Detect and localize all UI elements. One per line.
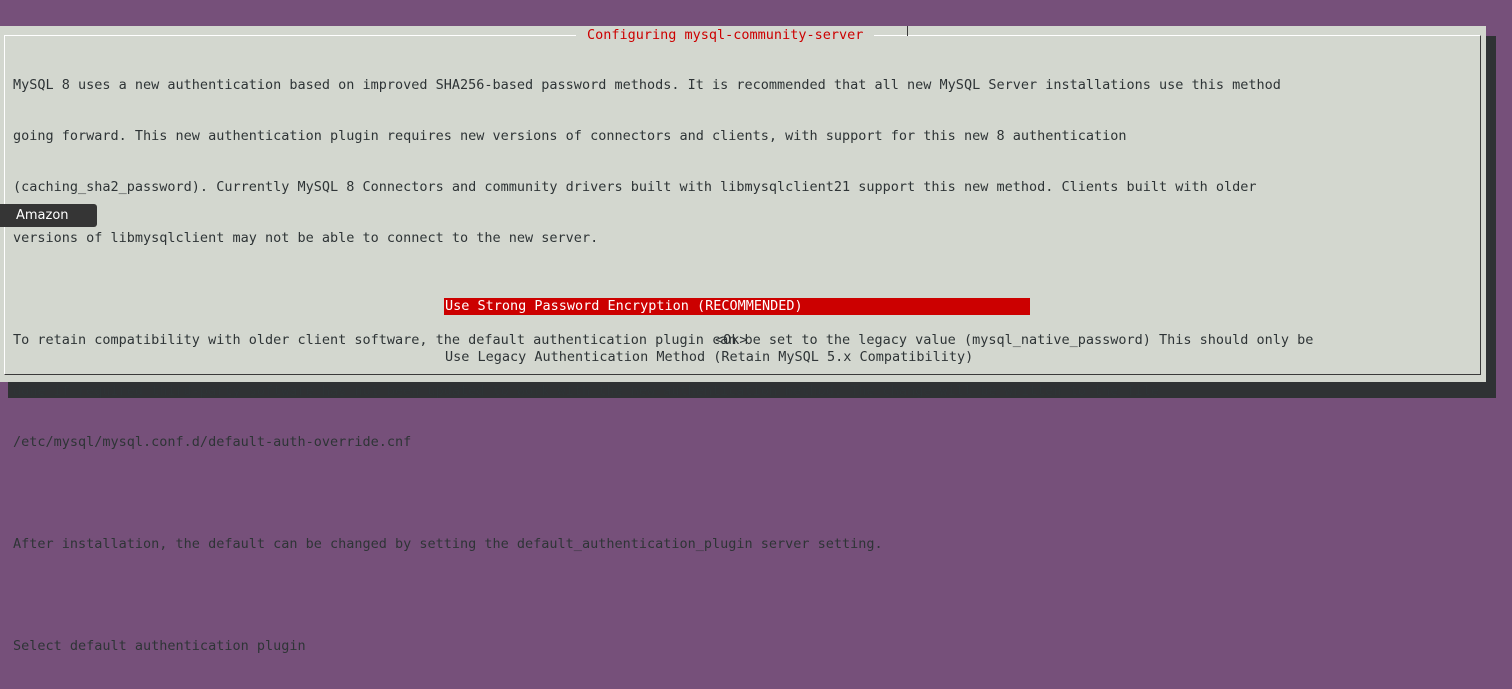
ok-button[interactable]: <Ok> [715,332,748,349]
option-strong-password-encryption[interactable]: Use Strong Password Encryption (RECOMMEN… [444,298,1030,315]
prompt-label: Select default authentication plugin [13,638,306,654]
dialog-title: Configuring mysql-community-server [576,26,875,44]
message-line [13,587,1313,604]
message-line: (caching_sha2_password). Currently MySQL… [13,179,1257,195]
message-line: going forward. This new authentication p… [13,128,1127,144]
config-dialog: Configuring mysql-community-server MySQL… [0,26,1486,654]
launcher-tooltip: Amazon [0,204,97,227]
title-bracket-right [907,26,908,36]
message-line: After installation, the default can be c… [13,536,883,552]
message-line [13,485,1313,502]
option-legacy-authentication[interactable]: Use Legacy Authentication Method (Retain… [444,349,1030,366]
message-line: MySQL 8 uses a new authentication based … [13,77,1281,93]
message-line: /etc/mysql/mysql.conf.d/default-auth-ove… [13,434,412,450]
message-line: versions of libmysqlclient may not be ab… [13,230,599,246]
